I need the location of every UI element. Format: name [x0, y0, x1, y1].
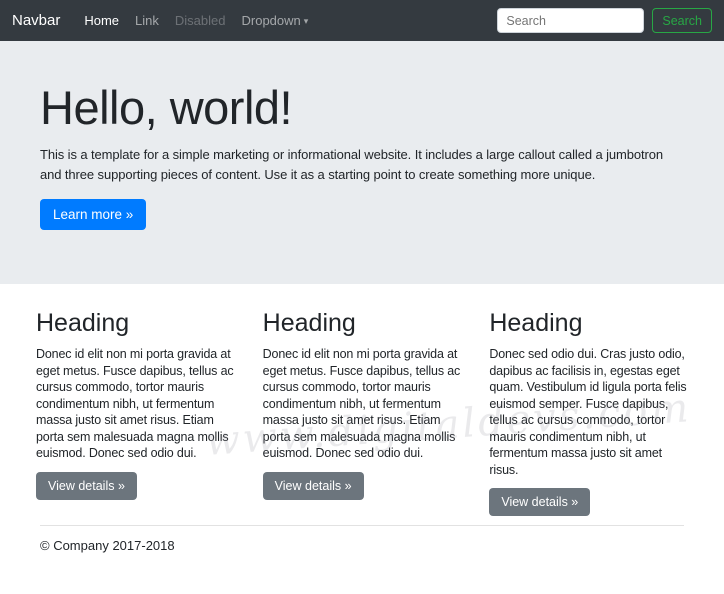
column-2-heading: Heading: [262, 309, 356, 337]
view-details-button-1[interactable]: View details »: [36, 471, 137, 500]
column-1-text: Donec id elit non mi porta gravida at eg…: [36, 347, 234, 460]
nav-item-home[interactable]: Home: [76, 9, 127, 32]
column-3-text: Donec sed odio dui. Cras justo odio, dap…: [489, 347, 687, 477]
column-1-heading: Heading: [36, 309, 130, 337]
navbar-search-form: Search: [497, 8, 712, 33]
jumbotron: Hello, world! This is a template for a s…: [0, 41, 724, 284]
column-2: Heading Donec id elit non mi porta gravi…: [249, 308, 476, 516]
hero-lead: This is a template for a simple marketin…: [40, 147, 664, 183]
nav-item-link[interactable]: Link: [127, 9, 167, 32]
learn-more-button[interactable]: Learn more »: [40, 199, 147, 231]
column-3: Heading Donec sed odio dui. Cras justo o…: [475, 308, 702, 516]
column-2-text: Donec id elit non mi porta gravida at eg…: [262, 347, 461, 460]
caret-down-icon: ▾: [303, 16, 309, 26]
search-button[interactable]: Search: [652, 8, 712, 33]
nav-item-disabled: Disabled: [174, 13, 226, 28]
column-1: Heading Donec id elit non mi porta gravi…: [22, 308, 249, 516]
content-columns: Heading Donec id elit non mi porta gravi…: [22, 308, 702, 516]
view-details-button-3[interactable]: View details »: [489, 488, 591, 516]
navbar: Navbar Home Link Disabled Dropdown ▾ Sear…: [0, 0, 724, 41]
search-input[interactable]: [497, 8, 645, 33]
navbar-brand[interactable]: Navbar: [12, 12, 60, 29]
navbar-links: Home Link Disabled Dropdown ▾: [76, 9, 316, 32]
hero-title: Hello, world!: [40, 81, 293, 134]
nav-item-dropdown[interactable]: Dropdown ▾: [234, 9, 317, 32]
column-3-heading: Heading: [489, 309, 583, 337]
footer-copyright: © Company 2017-2018: [40, 538, 175, 553]
nav-item-dropdown-label: Dropdown: [241, 13, 301, 28]
footer-divider: [40, 525, 684, 526]
footer: © Company 2017-2018: [0, 525, 724, 553]
view-details-button-2[interactable]: View details »: [262, 471, 364, 500]
